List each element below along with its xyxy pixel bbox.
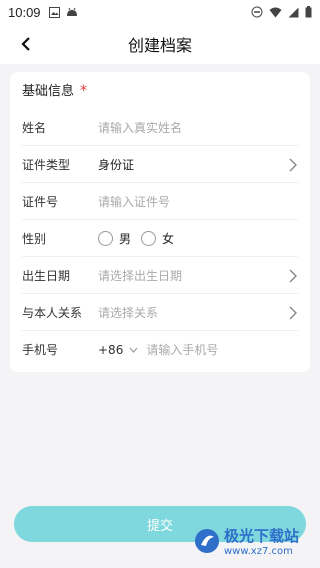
country-code-select[interactable]: +86 <box>98 343 138 357</box>
id-number-input[interactable]: 请输入证件号 <box>98 193 298 210</box>
chevron-right-icon <box>289 306 297 320</box>
chevron-right-icon <box>289 158 297 172</box>
gender-female-label: 女 <box>162 231 175 246</box>
phone-input[interactable]: 请输入手机号 <box>146 341 298 358</box>
page-title: 创建档案 <box>127 36 192 55</box>
watermark-url: www.xz7.com <box>224 546 293 557</box>
name-row[interactable]: 姓名 请输入真实姓名 <box>22 109 298 146</box>
section-title-text: 基础信息 <box>22 84 75 99</box>
signal-icon <box>288 7 299 17</box>
image-icon <box>48 6 60 18</box>
section-title: 基础信息 * <box>22 80 87 99</box>
status-time: 10:09 <box>8 4 41 20</box>
profile-form-card: 基础信息 * 姓名 请输入真实姓名 证件类型 身份证 证件号 请输入证件号 性别 … <box>10 72 310 372</box>
birth-date-picker[interactable]: 请选择出生日期 <box>98 267 298 284</box>
relationship-row[interactable]: 与本人关系 请选择关系 <box>22 294 298 331</box>
watermark-name: 极光下载站 <box>224 527 300 545</box>
id-type-row[interactable]: 证件类型 身份证 <box>22 146 298 183</box>
watermark-logo-icon <box>195 529 219 553</box>
battery-icon <box>305 6 312 18</box>
relationship-label: 与本人关系 <box>22 305 83 320</box>
back-button[interactable] <box>14 32 38 56</box>
radio-circle[interactable] <box>98 230 113 246</box>
android-icon <box>66 7 77 16</box>
radio-circle[interactable] <box>141 230 157 246</box>
gender-male-radio[interactable]: 男 <box>98 230 131 247</box>
dnd-icon <box>251 6 263 18</box>
chevron-right-icon <box>289 269 297 283</box>
chevron-down-icon <box>129 347 138 353</box>
gender-label: 性别 <box>22 231 47 246</box>
birth-date-label: 出生日期 <box>22 268 71 283</box>
required-mark: * <box>80 83 88 99</box>
watermark: 极光下载站 www.xz7.com <box>194 518 316 564</box>
watermark-text: 极光下载站 www.xz7.com <box>224 525 299 557</box>
birth-date-row[interactable]: 出生日期 请选择出生日期 <box>22 257 298 294</box>
gender-row: 性别 男 女 <box>22 220 298 257</box>
id-number-row[interactable]: 证件号 请输入证件号 <box>22 183 298 220</box>
id-number-label: 证件号 <box>22 194 59 209</box>
chevron-left-icon <box>21 37 30 51</box>
id-type-label: 证件类型 <box>22 157 71 172</box>
name-label: 姓名 <box>22 120 47 135</box>
relationship-picker[interactable]: 请选择关系 <box>98 304 298 321</box>
gender-male-label: 男 <box>119 231 132 246</box>
name-input[interactable]: 请输入真实姓名 <box>98 119 298 136</box>
phone-row: 手机号 +86 请输入手机号 <box>22 331 298 368</box>
gender-female-radio[interactable]: 女 <box>141 230 174 247</box>
nav-bar: 创建档案 <box>0 24 320 64</box>
status-bar: 10:09 <box>0 0 320 24</box>
country-code-value: +86 <box>98 342 124 357</box>
phone-label: 手机号 <box>22 343 59 357</box>
wifi-icon <box>269 7 282 17</box>
id-type-value[interactable]: 身份证 <box>98 156 298 173</box>
